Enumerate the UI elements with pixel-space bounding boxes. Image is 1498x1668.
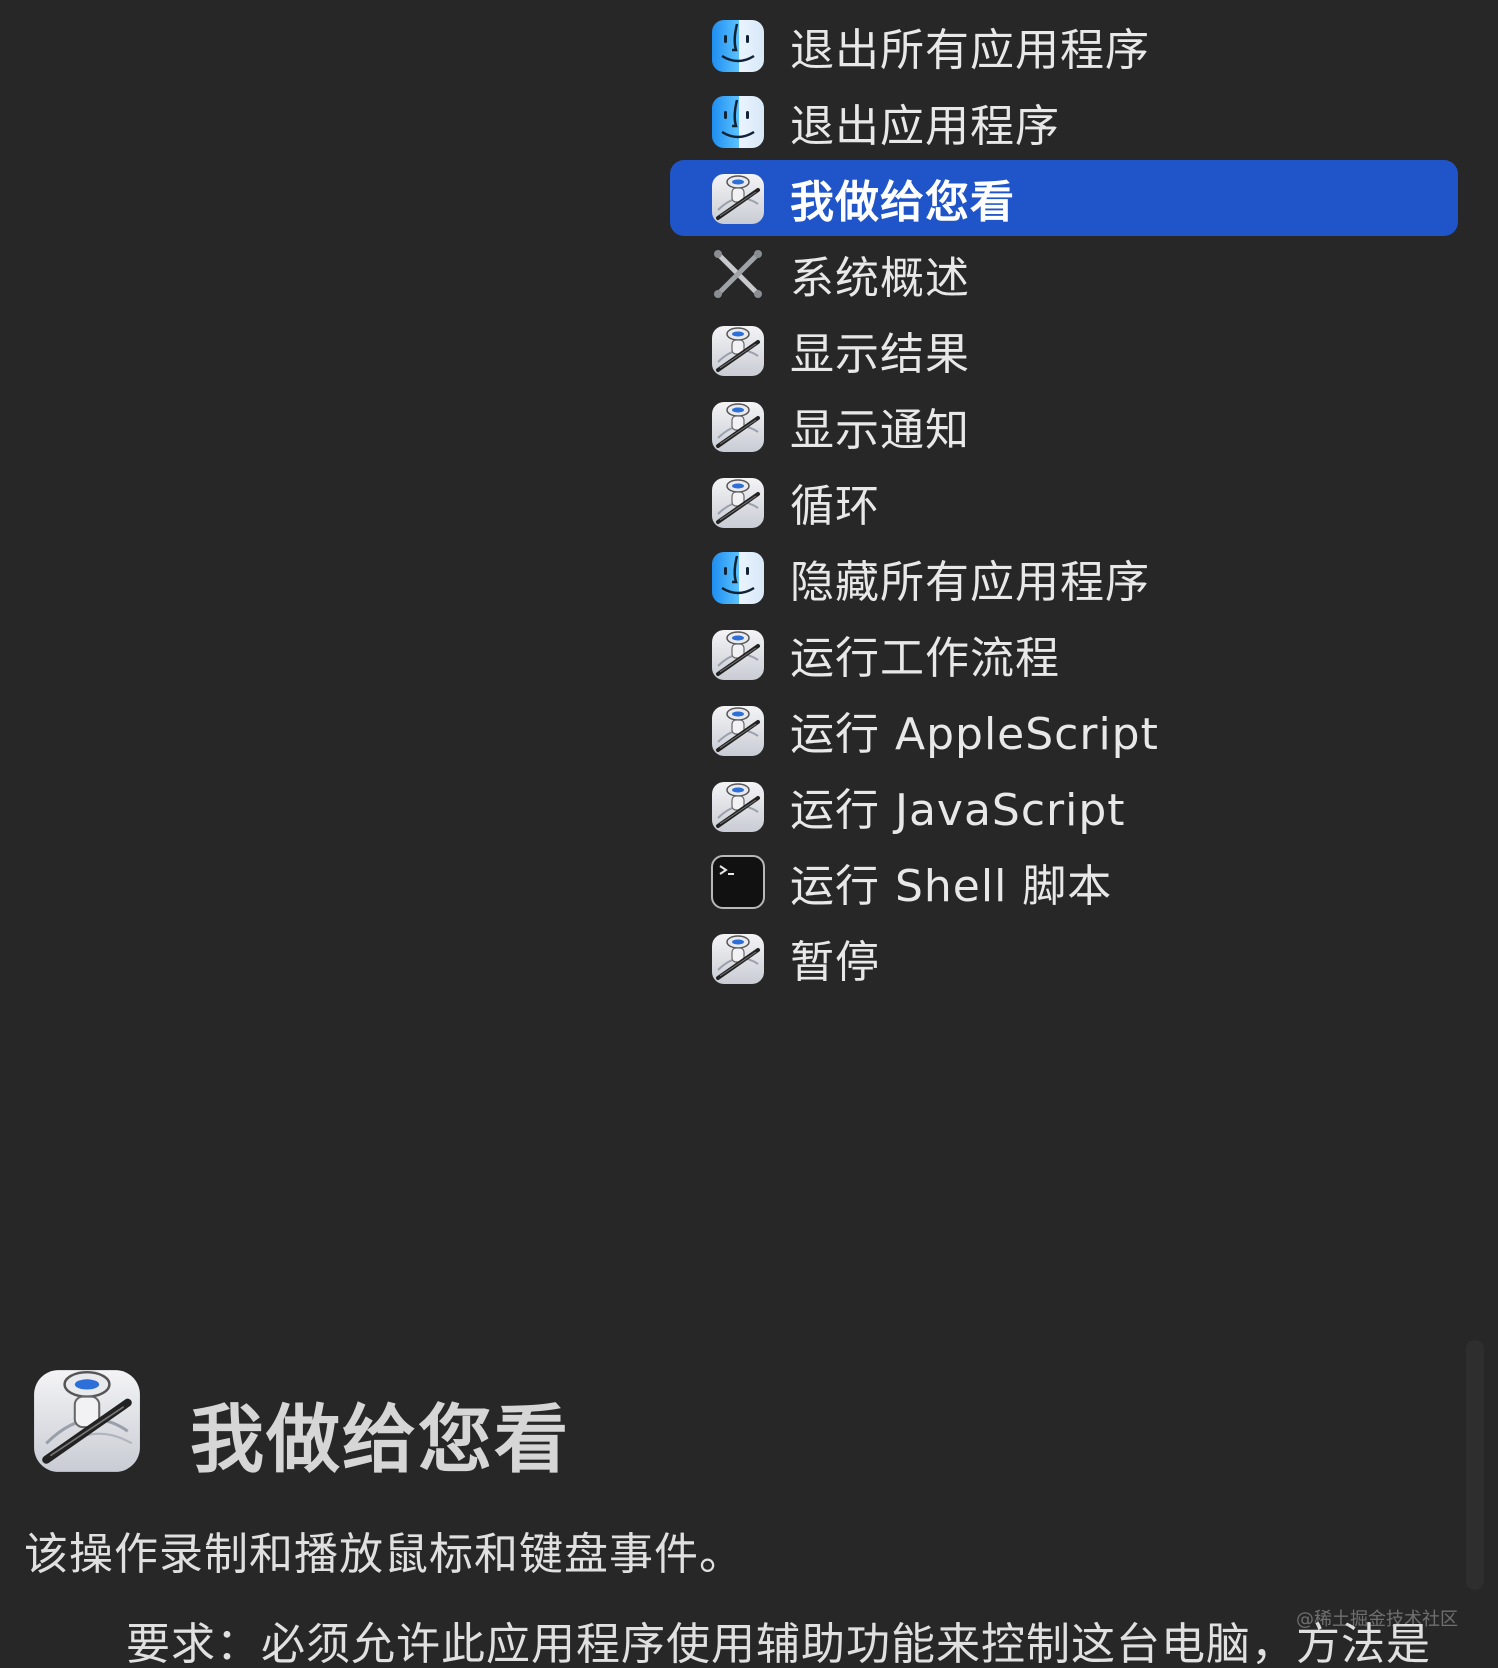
finder-icon	[712, 552, 764, 604]
automator-icon	[712, 706, 764, 756]
action-item-label: 隐藏所有应用程序	[790, 557, 1150, 608]
automator-icon	[34, 1370, 140, 1472]
action-item-run-shell-script[interactable]: 运行 Shell 脚本	[670, 844, 1458, 920]
finder-icon	[712, 96, 764, 148]
action-item-run-javascript[interactable]: 运行 JavaScript	[670, 768, 1458, 844]
automator-icon	[712, 174, 764, 224]
action-item-pause[interactable]: 暂停	[670, 920, 1458, 996]
action-item-quit-app[interactable]: 退出应用程序	[670, 84, 1458, 160]
action-item-label: 显示结果	[790, 329, 970, 380]
action-item-run-workflow[interactable]: 运行工作流程	[670, 616, 1458, 692]
action-item-label: 循环	[790, 481, 880, 532]
automator-icon	[712, 478, 764, 528]
finder-icon	[712, 20, 764, 72]
action-item-hide-all-apps[interactable]: 隐藏所有应用程序	[670, 540, 1458, 616]
action-item-label: 我做给您看	[790, 177, 1015, 228]
action-item-label: 暂停	[790, 937, 880, 988]
action-item-show-results[interactable]: 显示结果	[670, 312, 1458, 388]
action-item-label: 运行工作流程	[790, 633, 1060, 684]
system-tools-icon	[714, 250, 762, 298]
automator-icon	[712, 630, 764, 680]
detail-requirement: 要求：必须允许此应用程序使用辅助功能来控制这台电脑，方法是	[126, 1619, 1431, 1668]
automator-icon	[712, 402, 764, 452]
automator-icon	[712, 934, 764, 984]
action-item-label: 显示通知	[790, 405, 970, 456]
action-item-watch-me-do[interactable]: 我做给您看	[670, 160, 1458, 236]
action-item-label: 运行 AppleScript	[790, 709, 1159, 760]
action-item-show-notification[interactable]: 显示通知	[670, 388, 1458, 464]
automator-icon	[712, 326, 764, 376]
action-item-run-applescript[interactable]: 运行 AppleScript	[670, 692, 1458, 768]
terminal-icon	[711, 855, 765, 909]
detail-title: 我做给您看	[190, 1397, 570, 1483]
action-item-label: 系统概述	[790, 253, 970, 304]
automator-icon	[712, 782, 764, 832]
action-item-quit-all-apps[interactable]: 退出所有应用程序	[670, 8, 1458, 84]
action-item-loop[interactable]: 循环	[670, 464, 1458, 540]
action-item-label: 退出所有应用程序	[790, 25, 1150, 76]
action-item-label: 运行 JavaScript	[790, 785, 1126, 836]
action-item-label: 退出应用程序	[790, 101, 1060, 152]
detail-scrollbar[interactable]	[1466, 1340, 1484, 1590]
action-item-system-overview[interactable]: 系统概述	[670, 236, 1458, 312]
action-item-label: 运行 Shell 脚本	[790, 861, 1113, 912]
detail-description: 该操作录制和播放鼠标和键盘事件。	[24, 1529, 744, 1580]
watermark: @稀土掘金技术社区	[1296, 1609, 1458, 1630]
action-list: 退出所有应用程序 退出应用程序 我做给您看 系统概述 显示结果 显示通知 循环 …	[670, 8, 1458, 996]
